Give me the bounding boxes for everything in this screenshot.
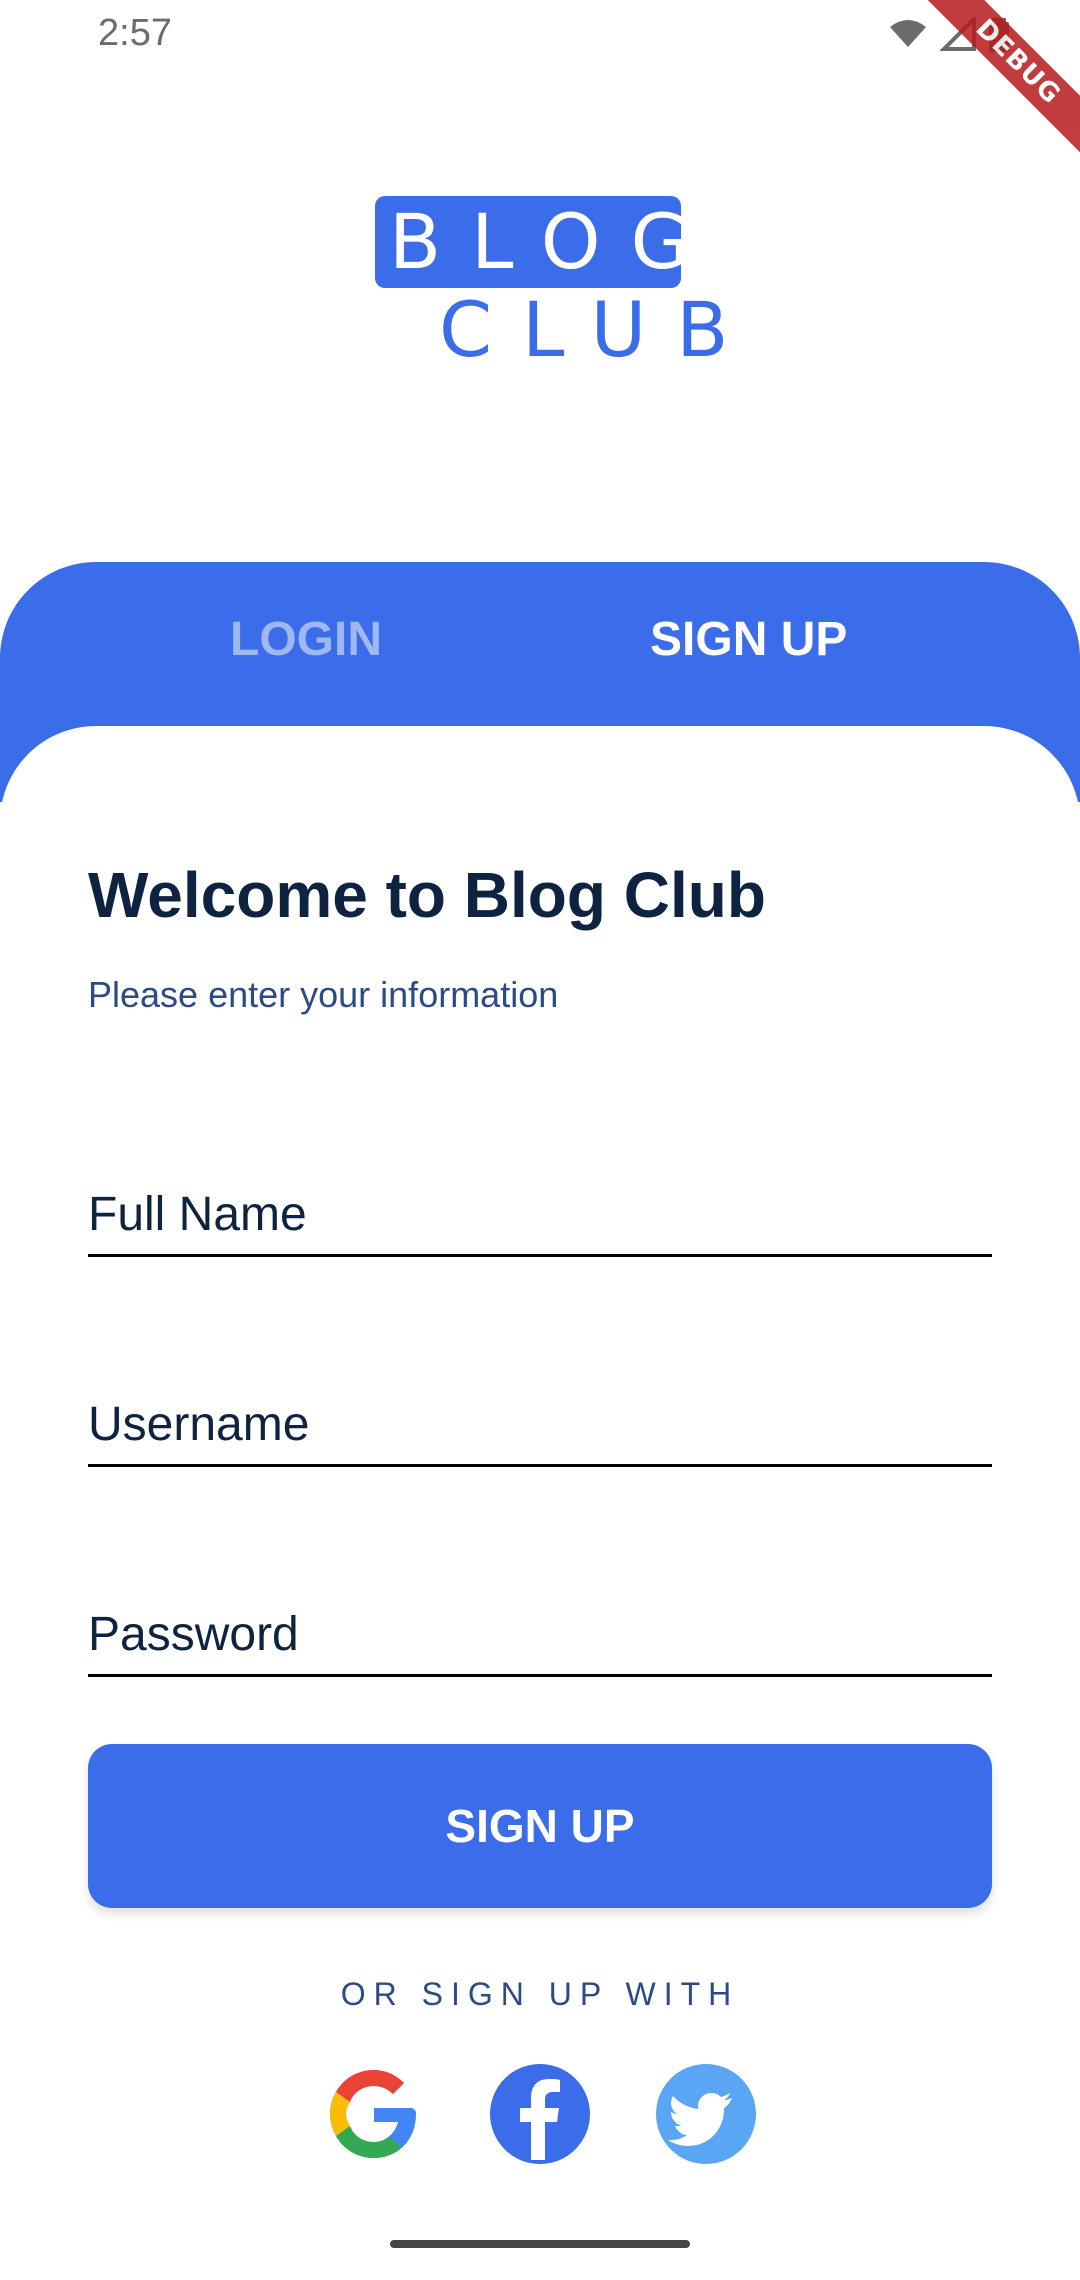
full-name-field[interactable] — [88, 1144, 992, 1257]
username-field[interactable] — [88, 1354, 992, 1467]
status-time: 2:57 — [98, 12, 172, 54]
facebook-icon — [520, 2079, 560, 2160]
social-signup-label: OR SIGN UP WITH — [340, 1976, 740, 2012]
page-title: Welcome to Blog Club — [88, 859, 766, 931]
password-input[interactable] — [88, 1607, 992, 1662]
app-logo: BLOG CLUB — [375, 196, 728, 376]
signup-card — [0, 726, 1080, 2280]
google-signup-button[interactable] — [324, 2064, 424, 2164]
tab-signup[interactable]: SIGN UP — [650, 612, 847, 667]
signup-button[interactable]: SIGN UP — [88, 1744, 992, 1908]
full-name-input[interactable] — [88, 1187, 992, 1242]
tab-login[interactable]: LOGIN — [230, 612, 382, 667]
username-input[interactable] — [88, 1397, 992, 1452]
facebook-signup-button[interactable] — [490, 2064, 590, 2164]
status-bar: 2:57 DEBUG — [0, 0, 1080, 161]
logo-word-blog: BLOG — [389, 197, 720, 286]
wifi-icon — [890, 20, 926, 47]
page-subtitle: Please enter your information — [88, 974, 559, 1015]
twitter-signup-button[interactable] — [656, 2064, 756, 2164]
password-field[interactable] — [88, 1564, 992, 1677]
twitter-icon — [668, 2093, 732, 2146]
logo-word-club: CLUB — [439, 285, 759, 374]
home-indicator — [390, 2240, 690, 2248]
google-icon — [330, 2070, 416, 2158]
